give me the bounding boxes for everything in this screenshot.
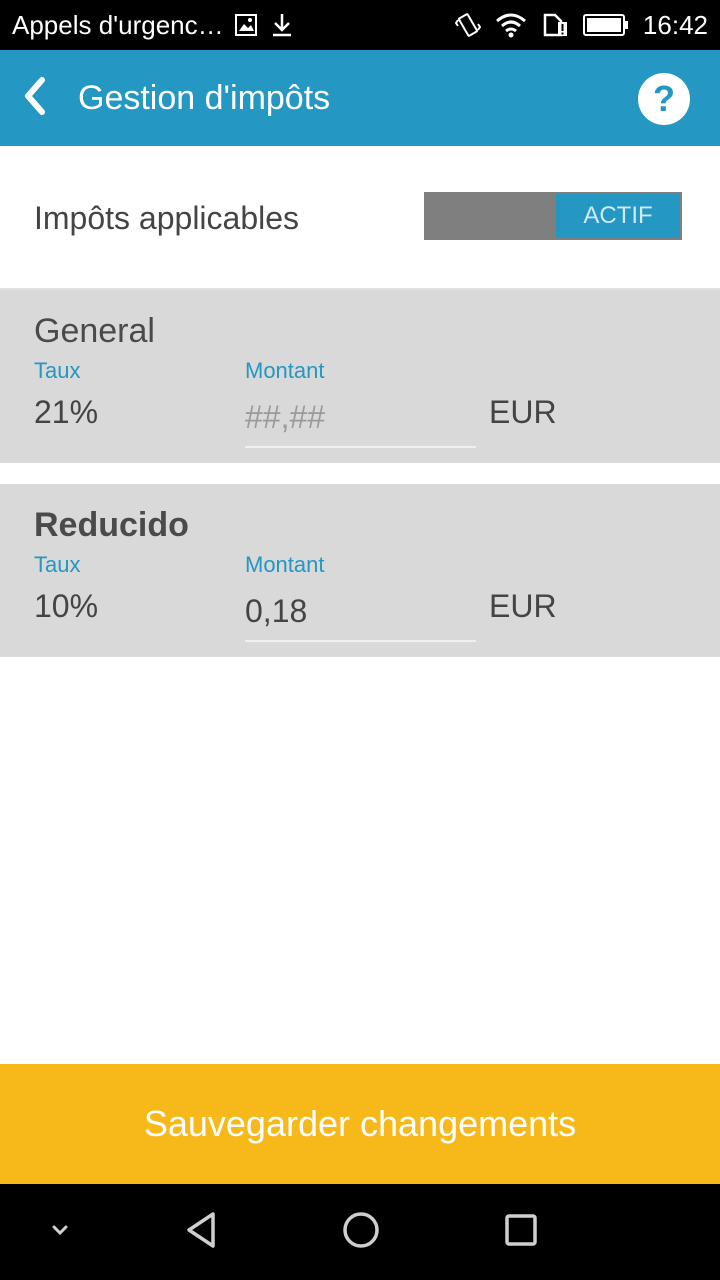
- chevron-down-icon: [48, 1222, 72, 1243]
- amount-label: Montant: [245, 358, 325, 383]
- rate-value: 21%: [34, 394, 99, 430]
- nav-back-button[interactable]: [161, 1184, 241, 1280]
- chevron-left-icon: [20, 76, 50, 121]
- app-bar: Gestion d'impôts ?: [0, 50, 720, 146]
- currency-label: EUR: [489, 588, 557, 624]
- back-button[interactable]: [0, 50, 70, 146]
- save-changes-button[interactable]: Sauvegarder changements: [0, 1064, 720, 1184]
- amount-input-reducido[interactable]: [245, 582, 476, 642]
- nav-home-button[interactable]: [321, 1184, 401, 1280]
- tax-card-reducido: Reducido Taux Montant 10% EUR: [0, 484, 720, 657]
- tax-name: General: [34, 312, 155, 350]
- clock: 16:42: [642, 9, 708, 40]
- page-title: Gestion d'impôts: [78, 78, 331, 117]
- help-icon: ?: [653, 78, 675, 119]
- applicable-taxes-row: Impôts applicables ACTIF: [0, 146, 720, 290]
- vibrate-icon: [454, 12, 481, 38]
- sim-alert-icon: [541, 12, 569, 38]
- applicable-taxes-label: Impôts applicables: [34, 200, 300, 236]
- system-nav-bar: [0, 1184, 720, 1280]
- status-bar: Appels d'urgenc… 16:42: [0, 0, 720, 50]
- toggle-state-label: ACTIF: [556, 194, 680, 238]
- wifi-icon: [495, 12, 527, 38]
- back-icon: [183, 1210, 219, 1255]
- home-icon: [341, 1210, 381, 1255]
- amount-label: Montant: [245, 552, 325, 577]
- currency-label: EUR: [489, 394, 557, 430]
- download-icon: [270, 12, 294, 38]
- carrier-label: Appels d'urgenc…: [12, 9, 224, 40]
- applicable-taxes-toggle[interactable]: ACTIF: [424, 192, 682, 240]
- nav-recents-button[interactable]: [481, 1184, 561, 1280]
- rate-label: Taux: [34, 358, 81, 383]
- tax-name: Reducido: [34, 506, 189, 544]
- recents-icon: [503, 1212, 539, 1253]
- battery-icon: [582, 13, 629, 37]
- amount-input-general[interactable]: [245, 388, 476, 448]
- help-button[interactable]: ?: [638, 73, 690, 125]
- rate-value: 10%: [34, 588, 99, 624]
- tax-card-general: General Taux Montant 21% EUR: [0, 290, 720, 463]
- rate-label: Taux: [34, 552, 81, 577]
- nav-hide-button[interactable]: [20, 1184, 100, 1280]
- image-icon: [234, 13, 258, 37]
